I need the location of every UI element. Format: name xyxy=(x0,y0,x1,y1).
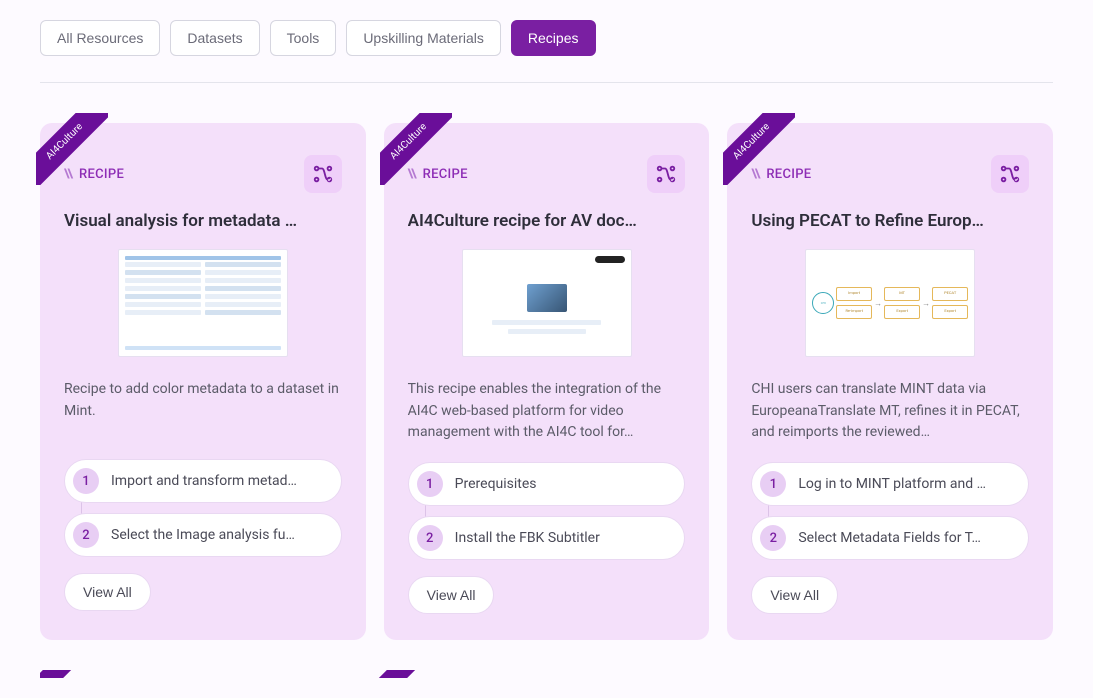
recipe-step[interactable]: 1 Prerequisites xyxy=(408,462,686,506)
ribbon-label: AI4Culture xyxy=(723,113,795,185)
step-number: 1 xyxy=(760,471,786,497)
flow-node: PECAT xyxy=(932,287,968,301)
thumb-image xyxy=(527,284,567,312)
ribbon-label: AI4Culture xyxy=(36,113,108,185)
flow-node: Re-import xyxy=(836,305,872,319)
tab-recipes[interactable]: Recipes xyxy=(511,20,596,56)
step-number: 2 xyxy=(417,525,443,551)
card-title: Visual analysis for metadata … xyxy=(64,211,342,231)
step-text: Select Metadata Fields for T… xyxy=(798,530,981,546)
card-thumbnail: CHI Import Re-import → MT Export → PECAT… xyxy=(805,249,975,357)
recipe-card[interactable]: AI4Culture \\ RECIPE Visual analysis for… xyxy=(40,123,366,640)
recipe-icon xyxy=(304,155,342,193)
card-thumbnail xyxy=(462,249,632,357)
next-cards-row xyxy=(40,670,1053,678)
recipe-card[interactable]: AI4Culture \\ RECIPE Using PECAT to Refi… xyxy=(727,123,1053,640)
recipe-step[interactable]: 2 Select the Image analysis fu… xyxy=(64,513,342,557)
recipe-step[interactable]: 2 Install the FBK Subtitler xyxy=(408,516,686,560)
card-description: CHI users can translate MINT data via Eu… xyxy=(751,379,1029,444)
card-ribbon: AI4Culture xyxy=(380,113,452,185)
tab-datasets[interactable]: Datasets xyxy=(170,20,259,56)
card-title: Using PECAT to Refine Europ… xyxy=(751,211,1029,231)
card-thumbnail xyxy=(118,249,288,357)
flow-node: Export xyxy=(884,305,920,319)
step-number: 1 xyxy=(73,468,99,494)
step-text: Import and transform metad… xyxy=(111,473,297,489)
filter-tabs: All Resources Datasets Tools Upskilling … xyxy=(40,20,1053,83)
steps-list: 1 Import and transform metad… 2 Select t… xyxy=(64,459,342,557)
recipe-step[interactable]: 1 Import and transform metad… xyxy=(64,459,342,503)
step-text: Select the Image analysis fu… xyxy=(111,527,295,543)
flow-node: Export xyxy=(932,305,968,319)
tab-upskilling-materials[interactable]: Upskilling Materials xyxy=(346,20,501,56)
card-description: Recipe to add color metadata to a datase… xyxy=(64,379,342,441)
card-title: AI4Culture recipe for AV doc… xyxy=(408,211,686,231)
step-text: Prerequisites xyxy=(455,476,537,492)
card-ribbon-peek xyxy=(384,670,710,678)
step-number: 2 xyxy=(73,522,99,548)
view-all-button[interactable]: View All xyxy=(64,573,151,611)
recipe-icon xyxy=(991,155,1029,193)
recipe-card[interactable]: AI4Culture \\ RECIPE AI4Culture recipe f… xyxy=(384,123,710,640)
card-ribbon-peek xyxy=(727,670,1053,678)
step-number: 2 xyxy=(760,525,786,551)
card-ribbon: AI4Culture xyxy=(723,113,795,185)
card-ribbon-peek xyxy=(40,670,366,678)
card-ribbon: AI4Culture xyxy=(36,113,108,185)
tab-tools[interactable]: Tools xyxy=(270,20,337,56)
step-text: Install the FBK Subtitler xyxy=(455,530,600,546)
flow-circle: CHI xyxy=(812,292,834,314)
step-number: 1 xyxy=(417,471,443,497)
cards-row: AI4Culture \\ RECIPE Visual analysis for… xyxy=(40,123,1053,640)
recipe-icon xyxy=(647,155,685,193)
recipe-step[interactable]: 2 Select Metadata Fields for T… xyxy=(751,516,1029,560)
recipe-step[interactable]: 1 Log in to MINT platform and … xyxy=(751,462,1029,506)
steps-list: 1 Log in to MINT platform and … 2 Select… xyxy=(751,462,1029,560)
step-text: Log in to MINT platform and … xyxy=(798,476,986,492)
card-description: This recipe enables the integration of t… xyxy=(408,379,686,444)
view-all-button[interactable]: View All xyxy=(751,576,838,614)
ribbon-label: AI4Culture xyxy=(380,113,452,185)
flow-node: MT xyxy=(884,287,920,301)
thumb-button xyxy=(595,256,625,263)
flow-node: Import xyxy=(836,287,872,301)
tab-all-resources[interactable]: All Resources xyxy=(40,20,160,56)
steps-list: 1 Prerequisites 2 Install the FBK Subtit… xyxy=(408,462,686,560)
view-all-button[interactable]: View All xyxy=(408,576,495,614)
